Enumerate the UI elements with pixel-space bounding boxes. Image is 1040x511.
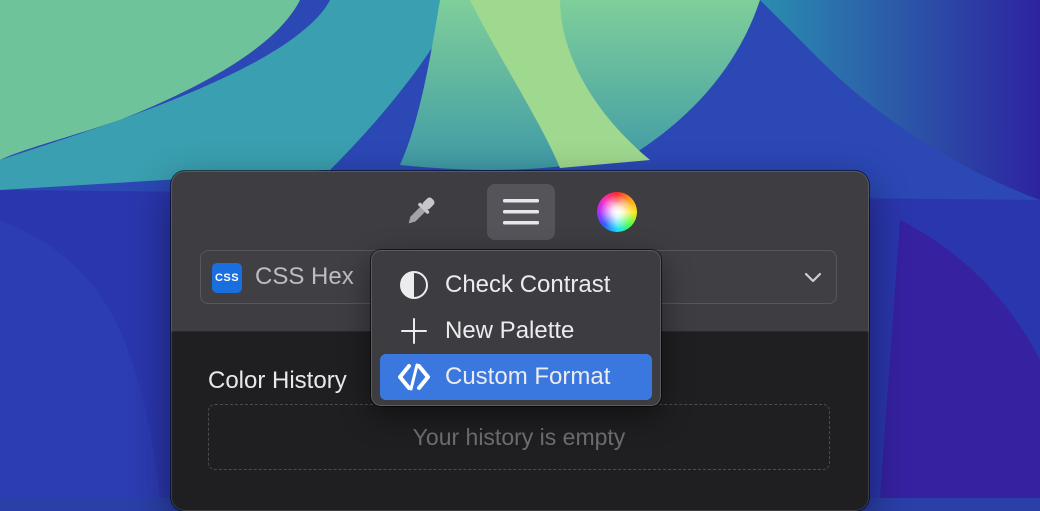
color-wheel-button[interactable]	[583, 184, 651, 240]
history-empty-text: Your history is empty	[412, 423, 626, 450]
menu-button[interactable]	[487, 184, 555, 240]
menu-item-custom-format[interactable]: Custom Format	[380, 354, 652, 400]
menu-item-check-contrast[interactable]: Check Contrast	[380, 262, 652, 308]
hamburger-menu-icon	[503, 199, 539, 225]
history-title: Color History	[208, 367, 347, 394]
dropdown-menu: Check Contrast New Palette Custom Format	[371, 250, 661, 406]
code-icon	[397, 360, 431, 394]
contrast-icon	[397, 268, 431, 302]
chevron-down-icon	[804, 272, 822, 283]
menu-item-label: Custom Format	[445, 363, 611, 390]
color-wheel-icon	[597, 192, 637, 232]
menu-item-label: Check Contrast	[445, 271, 611, 298]
format-select-label: CSS Hex	[255, 263, 354, 290]
plus-icon	[397, 314, 431, 348]
history-empty-area: Your history is empty	[208, 404, 830, 470]
eyedropper-button[interactable]	[386, 184, 454, 240]
menu-item-new-palette[interactable]: New Palette	[380, 308, 652, 354]
css-format-icon: CSS	[212, 263, 242, 293]
menu-item-label: New Palette	[445, 317, 575, 344]
eyedropper-icon	[408, 197, 435, 224]
